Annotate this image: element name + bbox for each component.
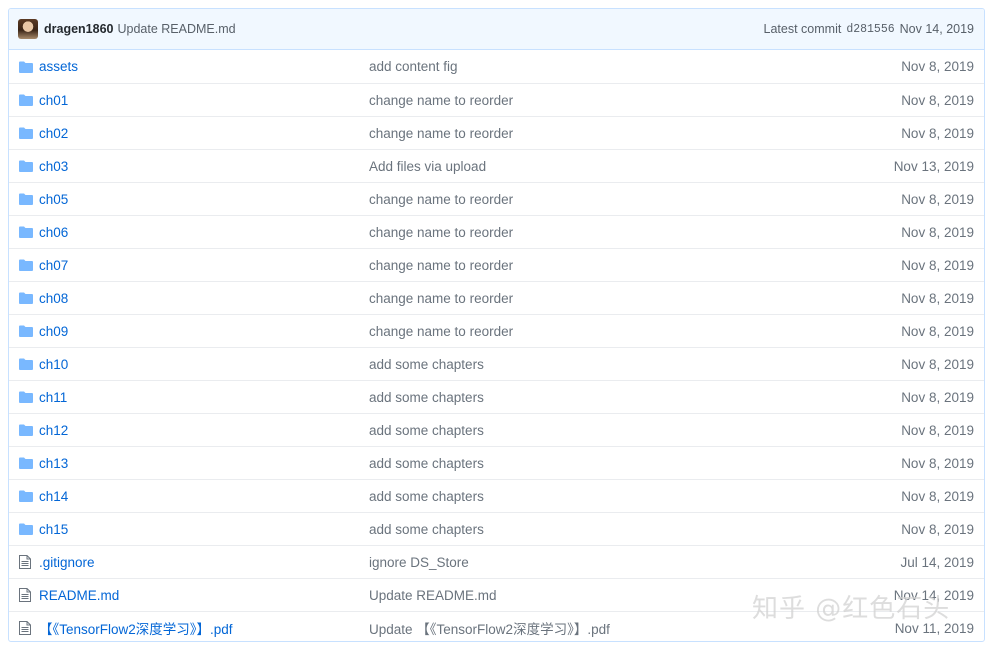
- file-row[interactable]: assets add content fig Nov 8, 2019: [9, 50, 984, 83]
- commit-date: Nov 8, 2019: [901, 488, 974, 504]
- commit-date: Nov 8, 2019: [901, 191, 974, 207]
- avatar[interactable]: [18, 19, 38, 39]
- folder-icon: [19, 423, 35, 437]
- commit-message-link[interactable]: Add files via upload: [369, 159, 824, 174]
- file-row[interactable]: ch02 change name to reorder Nov 8, 2019: [9, 116, 984, 149]
- folder-icon: [19, 93, 35, 107]
- folder-icon: [19, 192, 35, 206]
- file-row[interactable]: ch14 add some chapters Nov 8, 2019: [9, 479, 984, 512]
- commit-date: Jul 14, 2019: [900, 554, 974, 570]
- commit-date: Nov 14, 2019: [893, 587, 974, 603]
- folder-icon: [19, 456, 35, 470]
- folder-icon: [19, 225, 35, 239]
- file-name-link[interactable]: ch10: [39, 357, 369, 372]
- folder-icon: [19, 60, 35, 74]
- commit-date: Nov 8, 2019: [901, 422, 974, 438]
- file-icon: [19, 588, 35, 602]
- file-name-link[interactable]: ch12: [39, 423, 369, 438]
- commit-date: Nov 8, 2019: [901, 92, 974, 108]
- commit-date: Nov 13, 2019: [893, 158, 974, 174]
- folder-icon: [19, 126, 35, 140]
- file-row[interactable]: 【《TensorFlow2深度学习》】.pdf Update 【《TensorFl…: [9, 611, 984, 641]
- file-name-link[interactable]: ch13: [39, 456, 369, 471]
- folder-icon: [19, 324, 35, 338]
- commit-date: Nov 8, 2019: [901, 323, 974, 339]
- commit-date: Nov 14, 2019: [899, 22, 974, 36]
- commit-message-link[interactable]: add some chapters: [369, 456, 824, 471]
- file-name-link[interactable]: 【《TensorFlow2深度学习》】.pdf: [39, 618, 369, 638]
- commit-date: Nov 8, 2019: [901, 257, 974, 273]
- commit-message-link[interactable]: change name to reorder: [369, 126, 824, 141]
- latest-commit-label: Latest commit: [763, 22, 842, 36]
- file-name-link[interactable]: ch05: [39, 192, 369, 207]
- folder-icon: [19, 489, 35, 503]
- file-row[interactable]: ch10 add some chapters Nov 8, 2019: [9, 347, 984, 380]
- commit-message-link[interactable]: add some chapters: [369, 489, 824, 504]
- commit-message-link[interactable]: change name to reorder: [369, 93, 824, 108]
- folder-icon: [19, 258, 35, 272]
- commit-message-link[interactable]: change name to reorder: [369, 258, 824, 273]
- file-name-link[interactable]: README.md: [39, 588, 369, 603]
- file-row[interactable]: ch13 add some chapters Nov 8, 2019: [9, 446, 984, 479]
- file-row[interactable]: ch01 change name to reorder Nov 8, 2019: [9, 83, 984, 116]
- commit-date: Nov 11, 2019: [894, 620, 974, 636]
- file-list: assets add content fig Nov 8, 2019 ch01 chan…: [9, 50, 984, 641]
- commit-message[interactable]: Update README.md: [117, 22, 235, 36]
- commit-date: Nov 8, 2019: [901, 356, 974, 372]
- commit-message-link[interactable]: Update README.md: [369, 588, 824, 603]
- file-name-link[interactable]: ch08: [39, 291, 369, 306]
- commit-author[interactable]: dragen1860: [44, 22, 113, 36]
- commit-sha[interactable]: d281556: [846, 23, 894, 36]
- commit-date: Nov 8, 2019: [901, 521, 974, 537]
- file-name-link[interactable]: ch03: [39, 159, 369, 174]
- commit-message-link[interactable]: change name to reorder: [369, 291, 824, 306]
- commit-message-link[interactable]: Update 【《TensorFlow2深度学习》】.pdf: [369, 618, 824, 638]
- file-name-link[interactable]: assets: [39, 59, 369, 74]
- latest-commit-bar: dragen1860 Update README.md Latest commi…: [9, 9, 984, 50]
- folder-icon: [19, 357, 35, 371]
- file-row[interactable]: ch05 change name to reorder Nov 8, 2019: [9, 182, 984, 215]
- file-row[interactable]: ch15 add some chapters Nov 8, 2019: [9, 512, 984, 545]
- commit-date: Nov 8, 2019: [901, 125, 974, 141]
- file-row[interactable]: ch12 add some chapters Nov 8, 2019: [9, 413, 984, 446]
- file-name-link[interactable]: .gitignore: [39, 555, 369, 570]
- commit-message-link[interactable]: add some chapters: [369, 390, 824, 405]
- commit-date: Nov 8, 2019: [901, 455, 974, 471]
- file-name-link[interactable]: ch02: [39, 126, 369, 141]
- file-row[interactable]: README.md Update README.md Nov 14, 2019: [9, 578, 984, 611]
- commit-message-link[interactable]: change name to reorder: [369, 225, 824, 240]
- commit-message-link[interactable]: add some chapters: [369, 522, 824, 537]
- folder-icon: [19, 390, 35, 404]
- commit-date: Nov 8, 2019: [901, 224, 974, 240]
- folder-icon: [19, 291, 35, 305]
- file-row[interactable]: .gitignore ignore DS_Store Jul 14, 2019: [9, 545, 984, 578]
- commit-message-link[interactable]: add some chapters: [369, 423, 824, 438]
- file-name-link[interactable]: ch06: [39, 225, 369, 240]
- file-name-link[interactable]: ch09: [39, 324, 369, 339]
- file-row[interactable]: ch08 change name to reorder Nov 8, 2019: [9, 281, 984, 314]
- commit-message-link[interactable]: add content fig: [369, 59, 824, 74]
- file-icon: [19, 555, 35, 569]
- commit-date: Nov 8, 2019: [901, 290, 974, 306]
- file-name-link[interactable]: ch01: [39, 93, 369, 108]
- file-name-link[interactable]: ch07: [39, 258, 369, 273]
- commit-message-link[interactable]: add some chapters: [369, 357, 824, 372]
- file-row[interactable]: ch03 Add files via upload Nov 13, 2019: [9, 149, 984, 182]
- commit-message-link[interactable]: change name to reorder: [369, 324, 824, 339]
- folder-icon: [19, 522, 35, 536]
- file-row[interactable]: ch07 change name to reorder Nov 8, 2019: [9, 248, 984, 281]
- file-name-link[interactable]: ch14: [39, 489, 369, 504]
- file-browser: dragen1860 Update README.md Latest commi…: [8, 8, 985, 642]
- commit-message-link[interactable]: ignore DS_Store: [369, 555, 824, 570]
- file-name-link[interactable]: ch15: [39, 522, 369, 537]
- folder-icon: [19, 159, 35, 173]
- commit-message-link[interactable]: change name to reorder: [369, 192, 824, 207]
- file-name-link[interactable]: ch11: [39, 390, 369, 405]
- file-row[interactable]: ch11 add some chapters Nov 8, 2019: [9, 380, 984, 413]
- commit-date: Nov 8, 2019: [901, 389, 974, 405]
- file-row[interactable]: ch09 change name to reorder Nov 8, 2019: [9, 314, 984, 347]
- commit-date: Nov 8, 2019: [901, 59, 974, 74]
- file-icon: [19, 621, 35, 635]
- file-row[interactable]: ch06 change name to reorder Nov 8, 2019: [9, 215, 984, 248]
